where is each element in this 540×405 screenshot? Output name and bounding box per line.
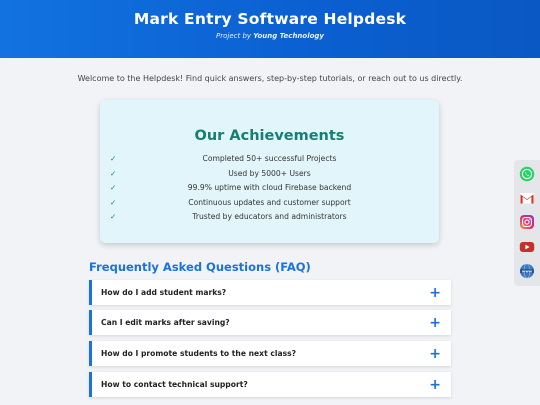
achievement-text: Completed 50+ successful Projects xyxy=(202,154,337,163)
achievement-item: ✓ Continuous updates and customer support xyxy=(100,196,439,211)
achievement-text: 99.9% uptime with cloud Firebase backend xyxy=(187,183,352,192)
plus-icon[interactable]: + xyxy=(429,286,441,300)
whatsapp-icon[interactable] xyxy=(519,166,535,182)
faq-title: Frequently Asked Questions (FAQ) xyxy=(89,260,311,274)
plus-icon[interactable]: + xyxy=(429,316,441,330)
achievements-title: Our Achievements xyxy=(194,128,345,144)
checkmark-icon: ✓ xyxy=(110,212,117,221)
checkmark-icon: ✓ xyxy=(110,168,117,178)
youtube-icon[interactable] xyxy=(519,239,535,255)
faq-question: How do I add student marks? xyxy=(101,288,227,297)
checkmark-icon: ✓ xyxy=(110,154,117,163)
page-header: Mark Entry Software Helpdesk Project by … xyxy=(0,0,540,58)
achievement-item: ✓ Trusted by educators and administrators xyxy=(100,210,439,225)
achievement-item: ✓ 99.9% uptime with cloud Firebase backen… xyxy=(100,181,439,196)
achievement-text: Trusted by educators and administrators xyxy=(192,212,347,221)
faq-item-edit-marks[interactable]: Can I edit marks after saving? + xyxy=(89,310,451,335)
achievement-text: Continuous updates and customer support xyxy=(188,197,351,207)
faq-question: How to contact technical support? xyxy=(101,380,248,389)
subtitle-prefix: Project by xyxy=(216,32,252,40)
plus-icon[interactable]: + xyxy=(429,378,441,392)
checkmark-icon: ✓ xyxy=(110,183,117,192)
achievements-list: ✓ Completed 50+ successful Projects ✓ Used… xyxy=(100,152,439,225)
achievement-item: ✓ Completed 50+ successful Projects xyxy=(100,152,439,167)
gmail-icon[interactable] xyxy=(519,190,535,206)
faq-item-add-marks[interactable]: How do I add student marks? + xyxy=(89,280,451,305)
faq-item-promote-students[interactable]: How do I promote students to the next cl… xyxy=(89,341,451,366)
website-icon-text: www xyxy=(522,269,533,273)
website-icon[interactable]: www xyxy=(519,263,535,279)
welcome-text: Welcome to the Helpdesk! Find quick answ… xyxy=(77,74,463,83)
faq-item-contact-support[interactable]: How to contact technical support? + xyxy=(89,372,451,397)
faq-question: How do I promote students to the next cl… xyxy=(101,349,297,358)
instagram-icon[interactable] xyxy=(519,214,535,230)
faq-question: Can I edit marks after saving? xyxy=(101,318,230,327)
page-title: Mark Entry Software Helpdesk xyxy=(133,10,407,28)
page-subtitle: Project by Young Technology xyxy=(0,32,540,40)
social-sidebar: www xyxy=(514,160,540,286)
achievement-text: Used by 5000+ Users xyxy=(228,168,311,178)
achievements-card: Our Achievements ✓ Completed 50+ successf… xyxy=(100,100,439,243)
achievement-item: ✓ Used by 5000+ Users xyxy=(100,167,439,182)
plus-icon[interactable]: + xyxy=(429,347,441,361)
company-name: Young Technology xyxy=(253,32,324,40)
checkmark-icon: ✓ xyxy=(110,197,117,207)
